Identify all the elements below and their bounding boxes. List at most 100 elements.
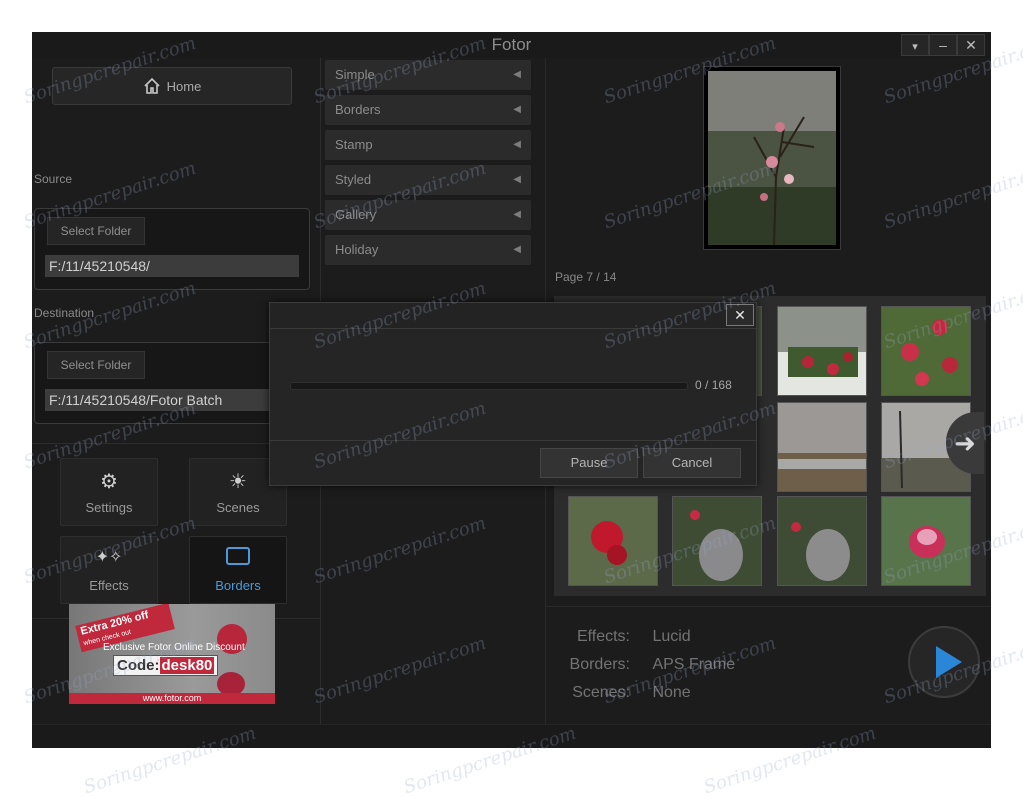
dropdown-icon: ▾	[912, 41, 918, 53]
arrow-right-icon: ➜	[954, 428, 976, 458]
summary-effects: Effects: Lucid	[546, 628, 691, 646]
close-icon: ✕	[965, 37, 977, 53]
category-label: Simple	[335, 67, 375, 82]
gear-icon: ⚙	[100, 471, 118, 493]
thumbnail-photo	[778, 497, 866, 585]
thumbnail-photo	[778, 307, 866, 395]
thumbnail-photo	[882, 307, 970, 395]
effects-summary-value: Lucid	[652, 628, 691, 645]
scenes-summary-value: None	[652, 684, 691, 701]
progress-text: 0 / 168	[695, 378, 732, 392]
summary-scenes: Scenes: None	[546, 684, 691, 702]
pause-button[interactable]: Pause	[540, 448, 638, 478]
destination-select-folder-button[interactable]: Select Folder	[47, 351, 145, 379]
ad-code-prefix: Code:	[117, 657, 160, 674]
close-icon: ✕	[734, 307, 746, 323]
thumbnail-photo	[673, 497, 761, 585]
category-label: Gallery	[335, 207, 377, 222]
close-window-button[interactable]: ✕	[957, 34, 985, 56]
thumbnail[interactable]	[568, 496, 658, 586]
thumbnail[interactable]	[672, 496, 762, 586]
triangle-left-icon: ◀	[513, 139, 521, 150]
ad-code-box: Code: desk80	[113, 655, 219, 676]
divider	[546, 606, 991, 607]
settings-label: Settings	[85, 500, 133, 515]
borders-summary-value: APS Frame	[652, 656, 736, 673]
ad-code: desk80	[159, 657, 215, 674]
effects-tile[interactable]: ✦✧ Effects	[60, 536, 158, 604]
source-select-folder-button[interactable]: Select Folder	[47, 217, 145, 245]
dialog-divider	[270, 440, 756, 441]
progress-dialog: ✕ 0 / 168 Pause Cancel	[269, 302, 757, 486]
play-icon	[936, 646, 962, 678]
home-label: Home	[166, 78, 202, 94]
triangle-left-icon: ◀	[513, 104, 521, 115]
menu-dropdown-button[interactable]: ▾	[901, 34, 929, 56]
destination-label: Destination	[34, 306, 95, 320]
fotor-window: Fotor ▾ – ✕ Home Source Select Folder F:…	[32, 32, 991, 748]
thumbnail[interactable]	[777, 306, 867, 396]
dialog-close-button[interactable]: ✕	[726, 304, 754, 326]
effects-label: Effects	[89, 578, 129, 593]
thumbnail-photo	[882, 497, 970, 585]
source-label: Source	[34, 172, 73, 186]
borders-label: Borders	[215, 578, 261, 593]
start-batch-button[interactable]	[908, 626, 980, 698]
page-separator: /	[596, 270, 600, 284]
borders-tile[interactable]: Borders	[189, 536, 287, 604]
status-bar	[32, 724, 991, 748]
summary-borders: Borders: APS Frame	[546, 656, 736, 674]
settings-tile[interactable]: ⚙ Settings	[60, 458, 158, 526]
category-holiday[interactable]: Holiday ◀	[325, 235, 531, 265]
category-simple[interactable]: Simple ◀	[325, 60, 531, 90]
category-borders[interactable]: Borders ◀	[325, 95, 531, 125]
home-button[interactable]: Home	[52, 67, 292, 105]
progress-current: 0	[695, 378, 702, 392]
scenes-label: Scenes	[216, 500, 260, 515]
thumbnail[interactable]	[777, 402, 867, 492]
scenes-summary-label: Scenes:	[572, 684, 630, 701]
triangle-left-icon: ◀	[513, 174, 521, 185]
page-label: Page	[555, 270, 584, 284]
discount-ad-banner[interactable]: Extra 20% off when check out Exclusive F…	[69, 604, 275, 704]
category-stamp[interactable]: Stamp ◀	[325, 130, 531, 160]
page-total: 14	[603, 270, 617, 284]
dialog-header: ✕	[270, 303, 756, 329]
category-label: Holiday	[335, 242, 379, 257]
source-box: Select Folder F:/11/45210548/	[34, 208, 310, 290]
progress-total: 168	[711, 378, 732, 392]
effects-summary-label: Effects:	[576, 628, 630, 645]
borders-summary-label: Borders:	[569, 656, 630, 673]
thumbnail[interactable]	[881, 306, 971, 396]
minimize-icon: –	[939, 37, 947, 53]
category-label: Borders	[335, 102, 381, 117]
preview-image	[703, 66, 841, 250]
progress-bar	[290, 382, 688, 390]
source-path-field[interactable]: F:/11/45210548/	[45, 255, 299, 277]
destination-path-field[interactable]: F:/11/45210548/Fotor Batch	[45, 389, 299, 411]
category-label: Stamp	[335, 137, 373, 152]
page-indicator: Page 7 / 14	[555, 270, 616, 284]
triangle-left-icon: ◀	[513, 69, 521, 80]
triangle-left-icon: ◀	[513, 244, 521, 255]
category-label: Styled	[335, 172, 372, 187]
home-icon	[144, 77, 160, 94]
frame-icon	[190, 547, 286, 571]
preview-photo	[708, 71, 836, 246]
window-title: Fotor	[491, 35, 532, 54]
thumbnail[interactable]	[881, 496, 971, 586]
thumbnail-photo	[569, 497, 657, 585]
category-styled[interactable]: Styled ◀	[325, 165, 531, 195]
ad-site[interactable]: www.fotor.com	[69, 693, 275, 704]
category-gallery[interactable]: Gallery ◀	[325, 200, 531, 230]
ad-line: Exclusive Fotor Online Discount	[103, 642, 245, 653]
thumbnail[interactable]	[777, 496, 867, 586]
progress-separator: /	[705, 378, 709, 392]
triangle-left-icon: ◀	[513, 209, 521, 220]
cancel-button[interactable]: Cancel	[643, 448, 741, 478]
sparkle-icon: ✦✧	[95, 549, 123, 566]
title-bar: Fotor ▾ – ✕	[32, 32, 991, 58]
thumbnail-photo	[778, 403, 866, 491]
minimize-button[interactable]: –	[929, 34, 957, 56]
page-current: 7	[586, 270, 594, 284]
